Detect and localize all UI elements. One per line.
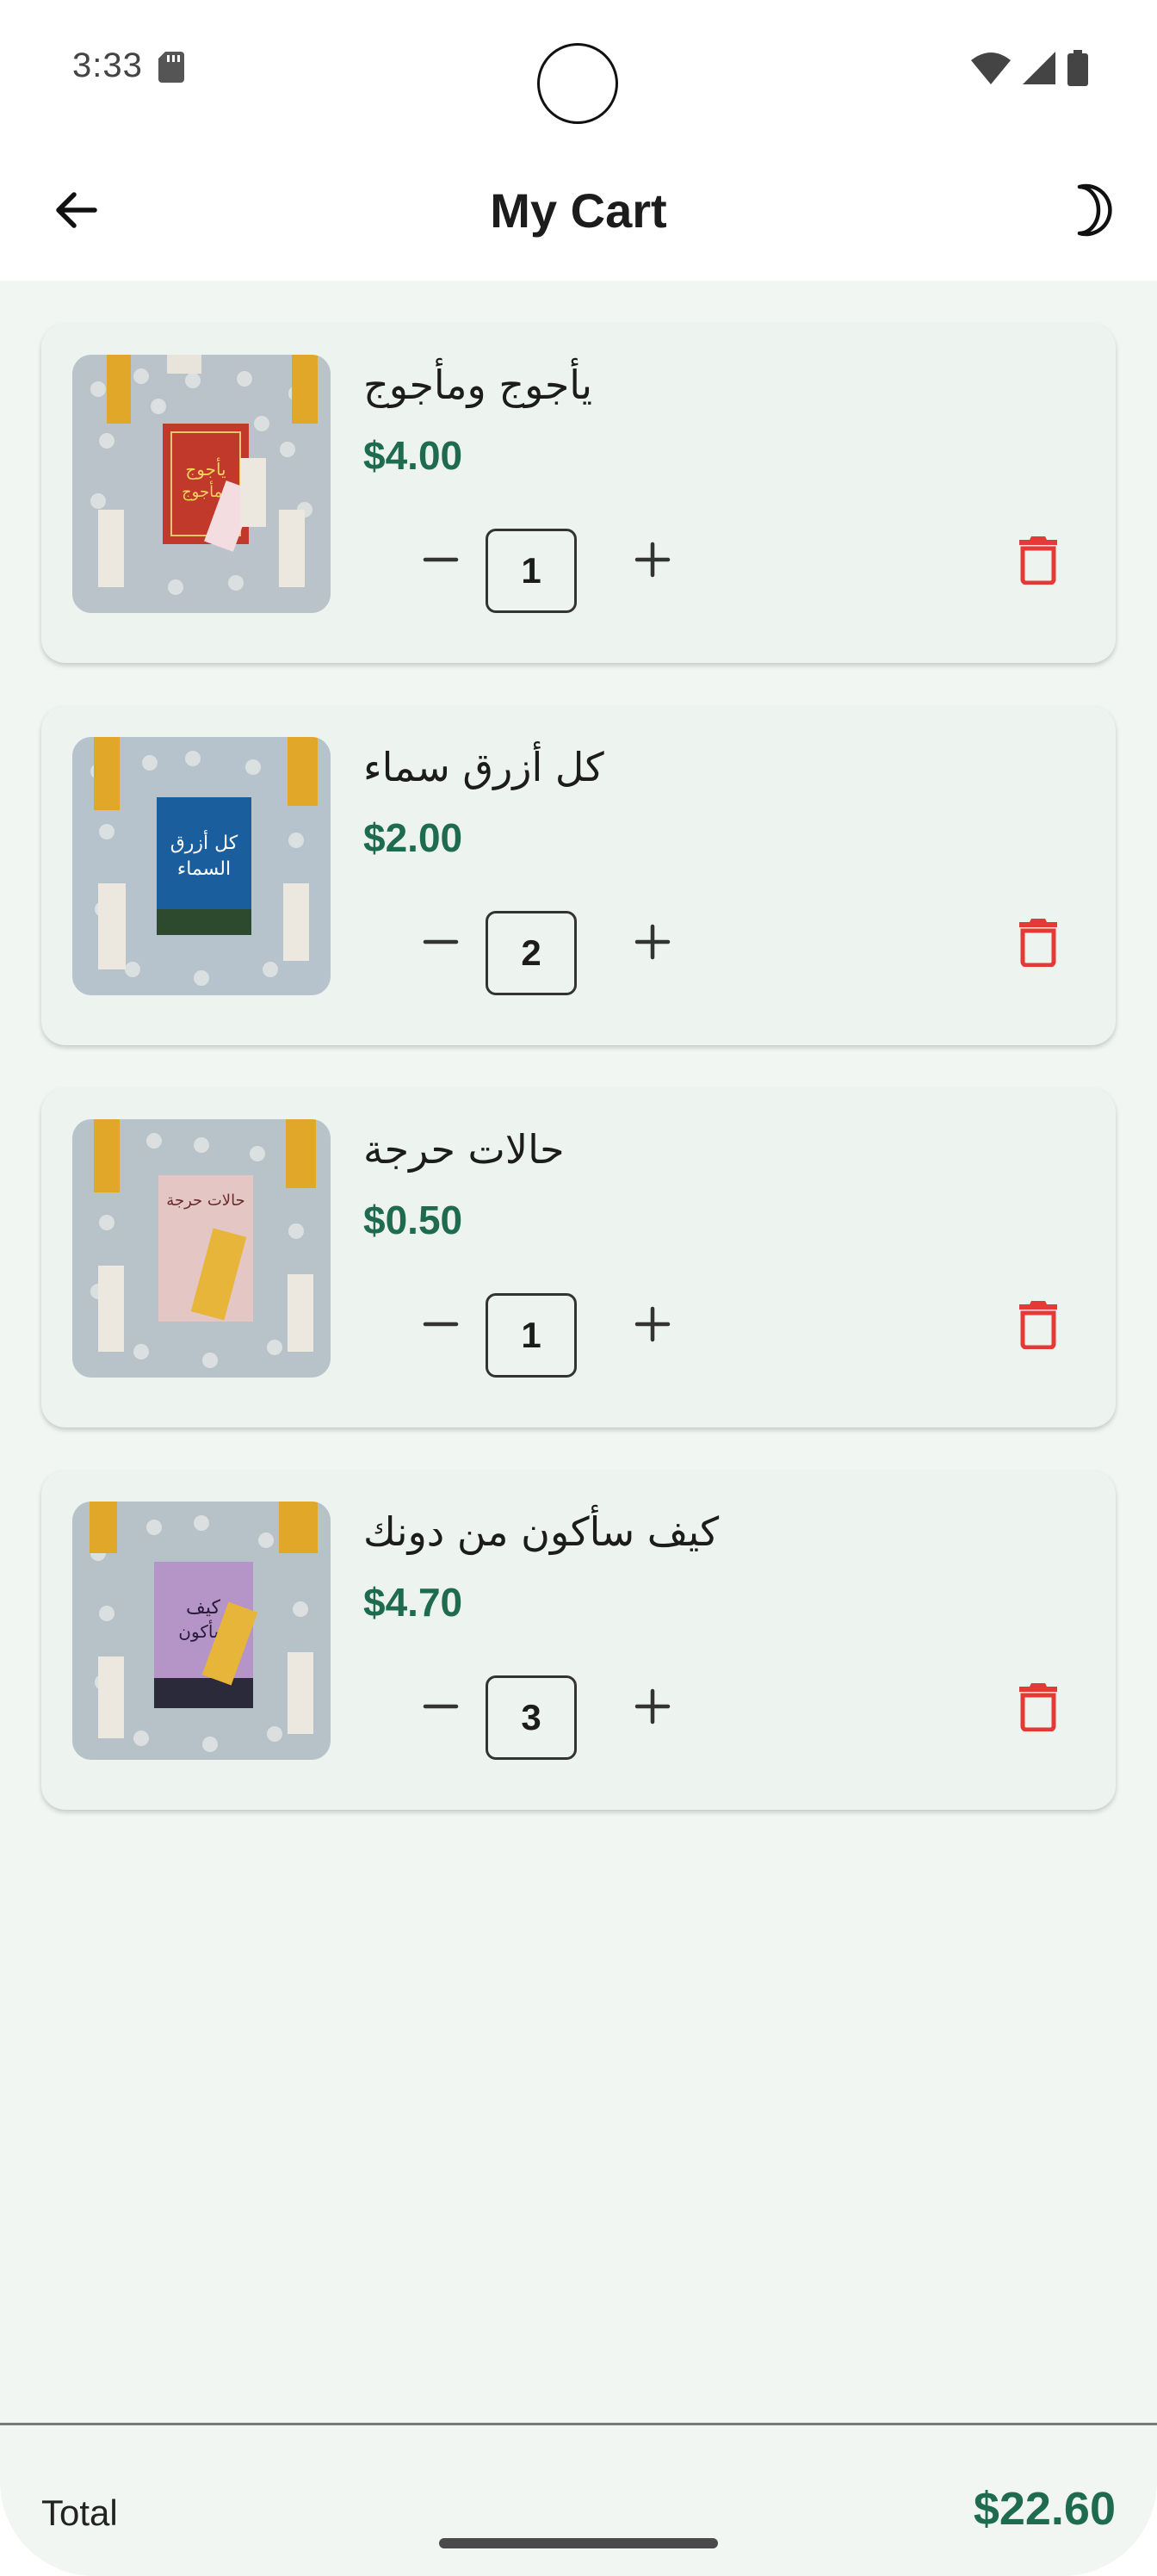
cart-item: كيف سأكون كيف سأكون من دونك $4.70 3 [41,1471,1116,1810]
increase-quantity-button[interactable] [618,1291,687,1360]
trash-icon [1018,535,1059,589]
home-indicator[interactable] [439,2538,718,2548]
item-title: يأجوج ومأجوج [363,362,593,408]
plus-icon [634,923,671,965]
trash-icon [1018,1299,1059,1353]
sd-card-icon [158,52,184,83]
minus-icon [422,923,460,965]
wifi-icon [971,52,1011,89]
delete-item-button[interactable] [1002,1672,1074,1744]
cart-screen: 3:33 My Cart يأجوج ومأجوج يأجوج ومأجوج $… [0,0,1157,2576]
item-title: حالات حرجة [363,1126,565,1173]
item-title: كل أزرق سماء [363,744,604,790]
minus-icon [422,1687,460,1730]
decrease-quantity-button[interactable] [406,1674,475,1743]
status-time: 3:33 [72,46,143,84]
svg-text:السماء: السماء [177,858,231,880]
book-cover-image[interactable]: كيف سأكون [72,1502,331,1760]
increase-quantity-button[interactable] [618,527,687,596]
minus-icon [422,1305,460,1347]
increase-quantity-button[interactable] [618,1674,687,1743]
camera-cutout [537,43,618,124]
item-price: $4.00 [363,433,463,478]
delete-item-button[interactable] [1002,1290,1074,1362]
plus-icon [634,1305,671,1347]
cart-item: يأجوج ومأجوج يأجوج ومأجوج $4.00 1 [41,324,1116,663]
total-value: $22.60 [973,2483,1116,2535]
cart-list: يأجوج ومأجوج يأجوج ومأجوج $4.00 1 كل أزر… [41,324,1116,1853]
cart-item: حالات حرجة حالات حرجة $0.50 1 [41,1088,1116,1427]
delete-item-button[interactable] [1002,525,1074,598]
app-bar: My Cart [0,146,1157,281]
book-cover-image[interactable]: يأجوج ومأجوج [72,355,331,613]
quantity-field[interactable]: 1 [486,529,577,613]
trash-icon [1018,917,1059,971]
item-title: كيف سأكون من دونك [363,1508,720,1555]
cell-signal-icon [1023,52,1055,89]
delete-item-button[interactable] [1002,907,1074,980]
book-cover-image[interactable]: حالات حرجة [72,1119,331,1378]
svg-text:حالات حرجة: حالات حرجة [166,1192,244,1210]
book-cover-image[interactable]: كل أزرق السماء [72,737,331,995]
item-price: $0.50 [363,1198,463,1242]
item-price: $4.70 [363,1580,463,1625]
quantity-field[interactable]: 3 [486,1675,577,1760]
minus-icon [422,541,460,583]
status-bar: 3:33 [0,0,1157,146]
total-label: Total [41,2492,118,2533]
plus-icon [634,1687,671,1730]
trash-icon [1018,1681,1059,1736]
item-price: $2.00 [363,815,463,860]
decrease-quantity-button[interactable] [406,909,475,978]
total-bar: Total $22.60 [0,2423,1157,2576]
quantity-field[interactable]: 1 [486,1293,577,1378]
page-title: My Cart [490,183,667,238]
increase-quantity-button[interactable] [618,909,687,978]
battery-icon [1067,50,1088,90]
svg-text:كل أزرق: كل أزرق [170,830,238,854]
plus-icon [634,541,671,583]
quantity-field[interactable]: 2 [486,911,577,995]
moon-icon [1061,183,1112,241]
decrease-quantity-button[interactable] [406,1291,475,1360]
svg-text:يأجوج: يأجوج [185,457,226,480]
decrease-quantity-button[interactable] [406,527,475,596]
svg-text:كيف: كيف [186,1597,220,1619]
status-icons [971,50,1088,90]
cart-item: كل أزرق السماء كل أزرق سماء $2.00 2 [41,706,1116,1045]
theme-toggle-button[interactable] [1054,179,1119,245]
